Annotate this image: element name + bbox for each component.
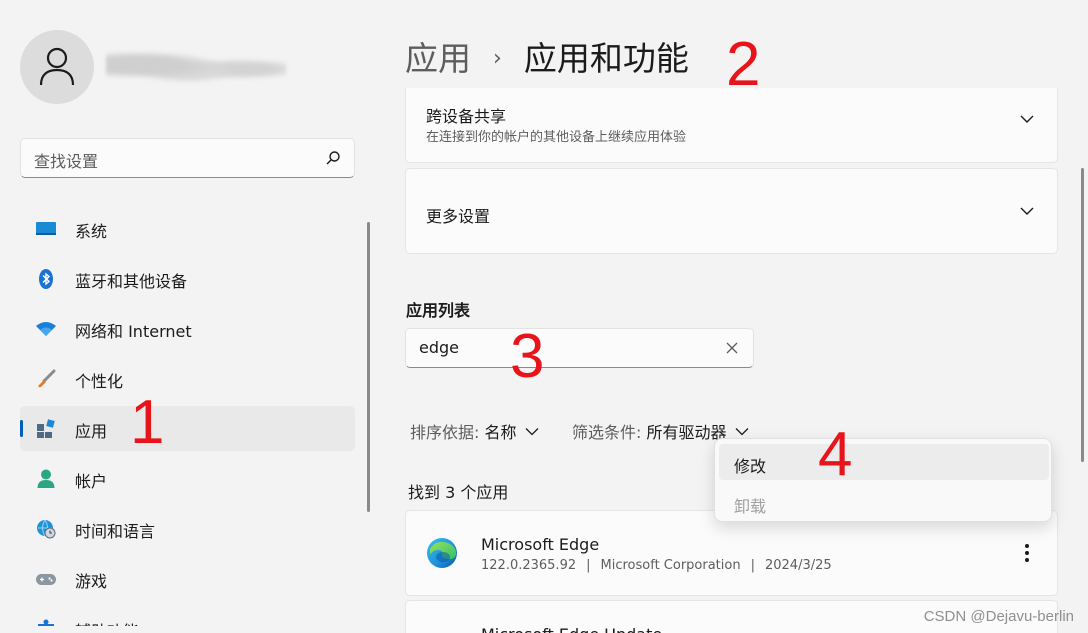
- active-indicator: [20, 420, 23, 437]
- sidebar-item-label: 个性化: [75, 372, 124, 391]
- app-publisher: Microsoft Corporation: [600, 558, 741, 573]
- annotation-step-4: 4: [818, 420, 853, 489]
- chevron-right-icon: ›: [493, 46, 502, 71]
- sidebar-item-label: 辅助功能: [75, 618, 139, 626]
- chevron-down-icon[interactable]: [1019, 206, 1035, 216]
- user-avatar[interactable]: [20, 30, 94, 104]
- watermark: CSDN @Dejavu-berlin: [923, 608, 1074, 625]
- sidebar-item-apps[interactable]: 应用: [20, 406, 355, 451]
- apps-icon: [37, 419, 55, 438]
- cross-device-card[interactable]: 跨设备共享 在连接到你的帐户的其他设备上继续应用体验: [405, 88, 1058, 163]
- chevron-down-icon: [735, 427, 748, 435]
- card-description: 在连接到你的帐户的其他设备上继续应用体验: [426, 130, 687, 145]
- sidebar-item-network[interactable]: 网络和 Internet: [20, 306, 355, 351]
- sort-dropdown[interactable]: 排序依据: 名称: [410, 419, 539, 443]
- app-name: Microsoft Edge Update: [481, 625, 662, 633]
- menu-item-label: 卸载: [734, 497, 767, 516]
- person-icon: [39, 47, 75, 86]
- app-meta: 122.0.2365.92 | Microsoft Corporation | 2024…: [481, 558, 832, 573]
- app-context-menu: 修改 卸载: [714, 438, 1052, 522]
- person-icon: [37, 469, 55, 488]
- brush-icon: [38, 369, 56, 388]
- annotation-step-3: 3: [510, 322, 545, 391]
- sidebar-item-personalization[interactable]: 个性化: [20, 356, 355, 401]
- chevron-down-icon[interactable]: [1019, 114, 1035, 124]
- more-settings-card[interactable]: 更多设置: [405, 168, 1058, 254]
- sidebar-item-gaming[interactable]: 游戏: [20, 556, 355, 601]
- filter-key-label: 筛选条件:: [572, 423, 642, 442]
- breadcrumb: 应用 › 应用和功能: [405, 32, 689, 80]
- sidebar-scrollbar[interactable]: [367, 222, 370, 512]
- sidebar-item-label: 时间和语言: [75, 522, 156, 541]
- blurred-user-name: [106, 48, 286, 90]
- sidebar-item-label: 游戏: [75, 572, 108, 591]
- clear-icon[interactable]: [725, 341, 739, 355]
- search-icon[interactable]: [325, 150, 341, 166]
- more-options-icon[interactable]: [1025, 544, 1029, 565]
- accessibility-icon: [38, 619, 54, 626]
- sidebar-nav: 系统 蓝牙和其他设备 网络和 Internet 个性化 应用 帐户 时间和语言 …: [20, 206, 355, 631]
- sidebar-item-accounts[interactable]: 帐户: [20, 456, 355, 501]
- sort-key-label: 排序依据:: [410, 423, 480, 442]
- sidebar-item-bluetooth[interactable]: 蓝牙和其他设备: [20, 256, 355, 301]
- sort-value: 名称: [484, 423, 517, 442]
- wifi-icon: [36, 322, 56, 336]
- menu-item-label: 修改: [734, 457, 767, 476]
- annotation-step-1: 1: [130, 388, 165, 457]
- filter-value: 所有驱动器: [646, 423, 727, 442]
- bluetooth-icon: [39, 269, 53, 289]
- app-version: 122.0.2365.92: [481, 558, 577, 573]
- app-search-input[interactable]: edge: [405, 328, 754, 368]
- gamepad-icon: [36, 574, 56, 585]
- page-title: 应用和功能: [523, 39, 689, 78]
- settings-search-box[interactable]: 查找设置: [20, 138, 355, 178]
- sidebar-item-label: 网络和 Internet: [75, 322, 192, 341]
- chevron-down-icon: [525, 427, 538, 435]
- globe-clock-icon: [37, 519, 56, 539]
- sidebar-item-label: 应用: [75, 422, 108, 441]
- menu-item-uninstall[interactable]: 卸载: [719, 484, 1049, 520]
- app-search-value: edge: [419, 338, 459, 357]
- app-install-date: 2024/3/25: [764, 558, 832, 573]
- sidebar-item-label: 蓝牙和其他设备: [75, 272, 188, 291]
- monitor-icon: [36, 222, 56, 235]
- breadcrumb-parent[interactable]: 应用: [405, 39, 471, 78]
- sidebar-item-time-language[interactable]: 时间和语言: [20, 506, 355, 551]
- divider: |: [586, 558, 591, 573]
- sidebar-item-label: 帐户: [75, 472, 108, 491]
- app-row-microsoft-edge[interactable]: Microsoft Edge 122.0.2365.92 | Microsoft C…: [405, 510, 1058, 596]
- search-placeholder: 查找设置: [34, 152, 99, 171]
- sidebar-item-label: 系统: [75, 222, 108, 241]
- divider: |: [750, 558, 755, 573]
- sidebar-item-accessibility[interactable]: 辅助功能: [20, 606, 355, 626]
- edge-logo-icon: [427, 538, 457, 568]
- app-name: Microsoft Edge: [481, 535, 600, 554]
- results-count: 找到 3 个应用: [408, 483, 509, 502]
- annotation-step-2: 2: [726, 30, 761, 99]
- app-list-heading: 应用列表: [406, 301, 471, 320]
- card-title: 更多设置: [426, 207, 491, 226]
- main-scrollbar[interactable]: [1081, 168, 1084, 462]
- sidebar-item-system[interactable]: 系统: [20, 206, 355, 251]
- card-title: 跨设备共享: [426, 107, 507, 126]
- menu-item-modify[interactable]: 修改: [719, 444, 1049, 480]
